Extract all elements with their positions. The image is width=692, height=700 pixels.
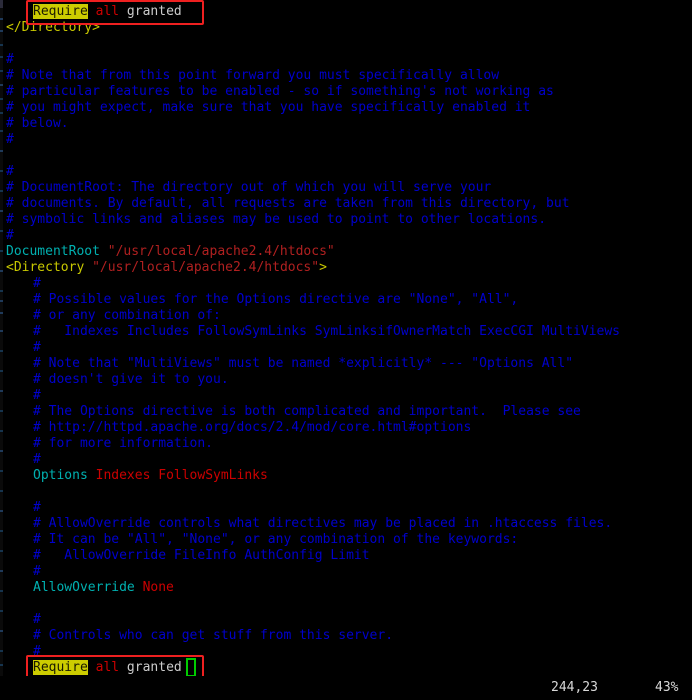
code-line: #	[6, 228, 14, 244]
code-token: # http://httpd.apache.org/docs/2.4/mod/c…	[33, 420, 472, 435]
code-token: #	[33, 276, 41, 291]
code-line: # documents. By default, all requests ar…	[6, 196, 570, 212]
code-line: <Directory "/usr/local/apache2.4/htdocs"…	[6, 260, 327, 276]
code-line: Options Indexes FollowSymLinks	[33, 468, 268, 484]
code-line: # http://httpd.apache.org/docs/2.4/mod/c…	[33, 420, 471, 436]
code-token: # AllowOverride controls what directives…	[33, 516, 613, 531]
code-token: Indexes FollowSymLinks	[95, 468, 268, 483]
code-token: granted	[119, 660, 182, 675]
code-line: #	[33, 644, 41, 660]
code-token: >	[319, 260, 327, 275]
code-token: #	[6, 164, 14, 179]
code-token: # below.	[6, 116, 69, 131]
terminal-window: Require all granted </Directory> # # Note t…	[0, 0, 692, 700]
code-token: "/usr/local/apache2.4/htdocs"	[92, 260, 320, 275]
code-line: Require all granted	[33, 660, 182, 676]
code-token: #	[6, 52, 14, 67]
code-line: # Possible values for the Options direct…	[33, 292, 518, 308]
search-match-highlight: Require	[33, 660, 88, 675]
code-line: # AllowOverride FileInfo AuthConfig Limi…	[33, 548, 370, 564]
code-line: # Note that "MultiViews" must be named *…	[33, 356, 573, 372]
code-token: #	[6, 132, 14, 147]
code-token: #	[6, 228, 14, 243]
scroll-percent-indicator: 43%	[655, 680, 679, 695]
code-line: # symbolic links and aliases may be used…	[6, 212, 546, 228]
code-line: # you might expect, make sure that you h…	[6, 100, 530, 116]
code-token: granted	[119, 4, 182, 19]
code-line: #	[33, 388, 41, 404]
code-token: #	[33, 612, 41, 627]
code-line: #	[33, 452, 41, 468]
code-line: # below.	[6, 116, 69, 132]
code-token: # DocumentRoot: The directory out of whi…	[6, 180, 492, 195]
code-token: <Directory	[6, 260, 85, 275]
code-line: AllowOverride None	[33, 580, 174, 596]
code-line: #	[33, 276, 41, 292]
code-line: #	[33, 564, 41, 580]
code-token: # Note that "MultiViews" must be named *…	[33, 356, 574, 371]
code-token: #	[33, 452, 41, 467]
code-token: "/usr/local/apache2.4/htdocs"	[107, 244, 335, 259]
code-line: # doesn't give it to you.	[33, 372, 229, 388]
search-match-highlight: Require	[33, 4, 88, 19]
code-token: # doesn't give it to you.	[33, 372, 229, 387]
code-line: Require all granted	[33, 4, 182, 20]
vim-status-bar: 244,23 43%	[0, 676, 692, 700]
code-line: # for more information.	[33, 436, 213, 452]
code-token: # Note that from this point forward you …	[6, 68, 500, 83]
code-token: # or any combination of:	[33, 308, 221, 323]
code-token: #	[33, 644, 41, 659]
code-token: AllowOverride	[33, 580, 135, 595]
code-token: # particular features to be enabled - so…	[6, 84, 554, 99]
code-line: # Note that from this point forward you …	[6, 68, 499, 84]
code-token: # AllowOverride FileInfo AuthConfig Limi…	[33, 548, 370, 563]
code-line: # particular features to be enabled - so…	[6, 84, 554, 100]
code-line: # or any combination of:	[33, 308, 221, 324]
code-line: #	[33, 340, 41, 356]
code-line: #	[33, 500, 41, 516]
code-token: </Directory>	[6, 20, 100, 35]
code-token: # Possible values for the Options direct…	[33, 292, 519, 307]
code-token: #	[33, 500, 41, 515]
code-token: #	[33, 340, 41, 355]
code-token: # It can be "All", "None", or any combin…	[33, 532, 519, 547]
code-line: # Controls who can get stuff from this s…	[33, 628, 393, 644]
code-token: # Controls who can get stuff from this s…	[33, 628, 394, 643]
code-token: Options	[33, 468, 88, 483]
code-line: # It can be "All", "None", or any combin…	[33, 532, 518, 548]
code-token: # for more information.	[33, 436, 214, 451]
code-line: #	[6, 164, 14, 180]
code-token: DocumentRoot	[6, 244, 100, 259]
code-line: </Directory>	[6, 20, 100, 36]
code-token: all	[95, 4, 120, 19]
code-token: # documents. By default, all requests ar…	[6, 196, 570, 211]
code-token: #	[33, 564, 41, 579]
code-token: # Indexes Includes FollowSymLinks SymLin…	[33, 324, 620, 339]
cursor-position-indicator: 244,23	[551, 680, 598, 695]
text-cursor	[186, 658, 196, 677]
code-line: #	[6, 132, 14, 148]
code-token: # you might expect, make sure that you h…	[6, 100, 531, 115]
code-line: # Indexes Includes FollowSymLinks SymLin…	[33, 324, 620, 340]
code-line: DocumentRoot "/usr/local/apache2.4/htdoc…	[6, 244, 335, 260]
code-token: None	[142, 580, 174, 595]
code-token: all	[95, 660, 120, 675]
code-token: #	[33, 388, 41, 403]
code-line: #	[6, 52, 14, 68]
code-line: #	[33, 612, 41, 628]
code-line: # AllowOverride controls what directives…	[33, 516, 612, 532]
code-line: # DocumentRoot: The directory out of whi…	[6, 180, 491, 196]
code-line: # The Options directive is both complica…	[33, 404, 581, 420]
code-token: # The Options directive is both complica…	[33, 404, 581, 419]
code-token: # symbolic links and aliases may be used…	[6, 212, 547, 227]
editor-text-area[interactable]: Require all granted </Directory> # # Note t…	[0, 0, 692, 676]
